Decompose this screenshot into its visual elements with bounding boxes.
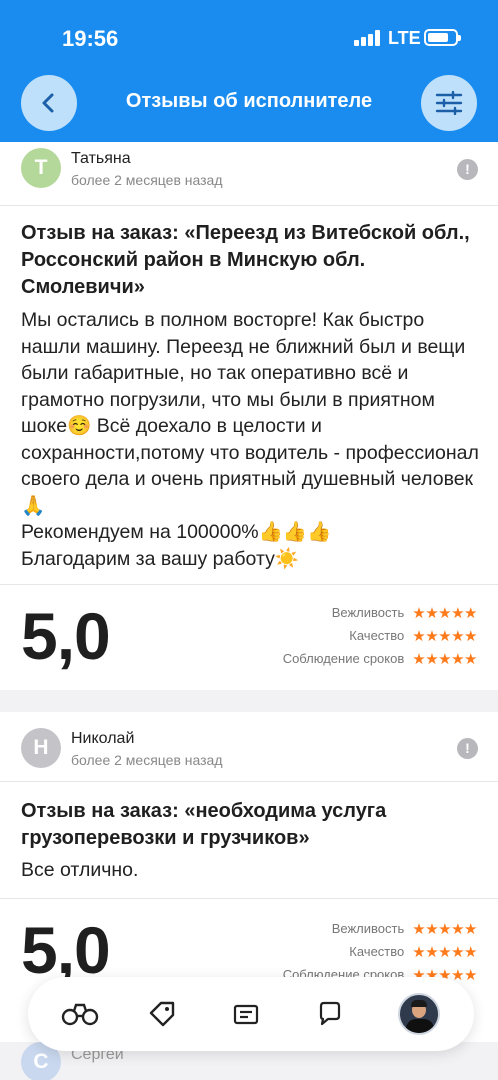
- chat-icon: [319, 1001, 341, 1026]
- rating-politeness: Вежливость ★★★★★: [217, 601, 478, 624]
- status-time: 19:56: [62, 26, 119, 51]
- tab-chats[interactable]: [308, 993, 352, 1035]
- rating-label: Соблюдение сроков: [282, 651, 405, 666]
- order-title: Отзыв на заказ: «необходима услуга грузо…: [21, 800, 387, 849]
- tab-orders[interactable]: [224, 993, 268, 1035]
- report-button[interactable]: !: [457, 738, 478, 759]
- reviewer-name: Татьяна: [71, 150, 131, 167]
- review-date: более 2 месяцев назад: [71, 752, 223, 768]
- rating-politeness: Вежливость ★★★★★: [217, 917, 478, 940]
- stars: ★★★★★: [412, 650, 477, 668]
- review-card: Т Татьяна более 2 месяцев назад ! Отзыв …: [0, 142, 498, 690]
- rating-quality: Качество ★★★★★: [217, 940, 477, 963]
- review-text: Все отлично.: [21, 859, 139, 881]
- stars: ★★★★★: [412, 920, 477, 938]
- bottom-tab-bar: [28, 977, 474, 1051]
- divider: [0, 584, 498, 585]
- reviews-screen: 19:56 LTE Отзывы об исполнителе Т Татьян…: [0, 0, 498, 1080]
- status-bar: 19:56 LTE: [0, 0, 498, 72]
- rating-quality: Качество ★★★★★: [217, 624, 477, 647]
- report-button[interactable]: !: [457, 159, 478, 180]
- sliders-icon: [435, 91, 463, 115]
- stars: ★★★★★: [412, 943, 477, 961]
- review-text: Мы остались в полном восторге! Как быстр…: [21, 309, 479, 570]
- score: 5,0: [21, 599, 111, 673]
- battery-icon: [424, 29, 461, 46]
- tab-offers[interactable]: [140, 993, 184, 1035]
- reviewer-name: Николай: [71, 730, 135, 747]
- stars: ★★★★★: [412, 627, 477, 645]
- rating-label: Качество: [349, 944, 405, 959]
- orders-icon: [233, 1004, 259, 1025]
- tag-icon: [149, 1001, 175, 1027]
- rating-label: Вежливость: [331, 605, 405, 620]
- reviewer-header: Т Татьяна более 2 месяцев назад !: [0, 142, 498, 206]
- order-title: Отзыв на заказ: «Переезд из Витебской об…: [21, 222, 470, 298]
- rating-label: Вежливость: [331, 921, 405, 936]
- reviewer-header: Н Николай более 2 месяцев назад !: [0, 712, 498, 782]
- nav-bar: Отзывы об исполнителе: [0, 72, 498, 134]
- filter-button[interactable]: [421, 75, 477, 131]
- rating-label: Качество: [349, 628, 405, 643]
- signal-icon: [354, 30, 380, 46]
- binoculars-icon: [61, 1003, 99, 1026]
- stars: ★★★★★: [412, 604, 477, 622]
- rating-deadlines: Соблюдение сроков ★★★★★: [217, 647, 478, 670]
- avatar: Н: [21, 728, 61, 768]
- network-type: LTE: [388, 28, 421, 48]
- avatar: Т: [21, 148, 61, 188]
- divider: [0, 898, 498, 899]
- ratings: Вежливость ★★★★★ Качество ★★★★★ Соблюден…: [217, 917, 478, 986]
- tab-search[interactable]: [58, 993, 102, 1035]
- ratings: Вежливость ★★★★★ Качество ★★★★★ Соблюден…: [217, 601, 478, 670]
- header: 19:56 LTE Отзывы об исполнителе: [0, 0, 498, 142]
- profile-avatar[interactable]: [398, 993, 440, 1035]
- review-date: более 2 месяцев назад: [71, 172, 223, 188]
